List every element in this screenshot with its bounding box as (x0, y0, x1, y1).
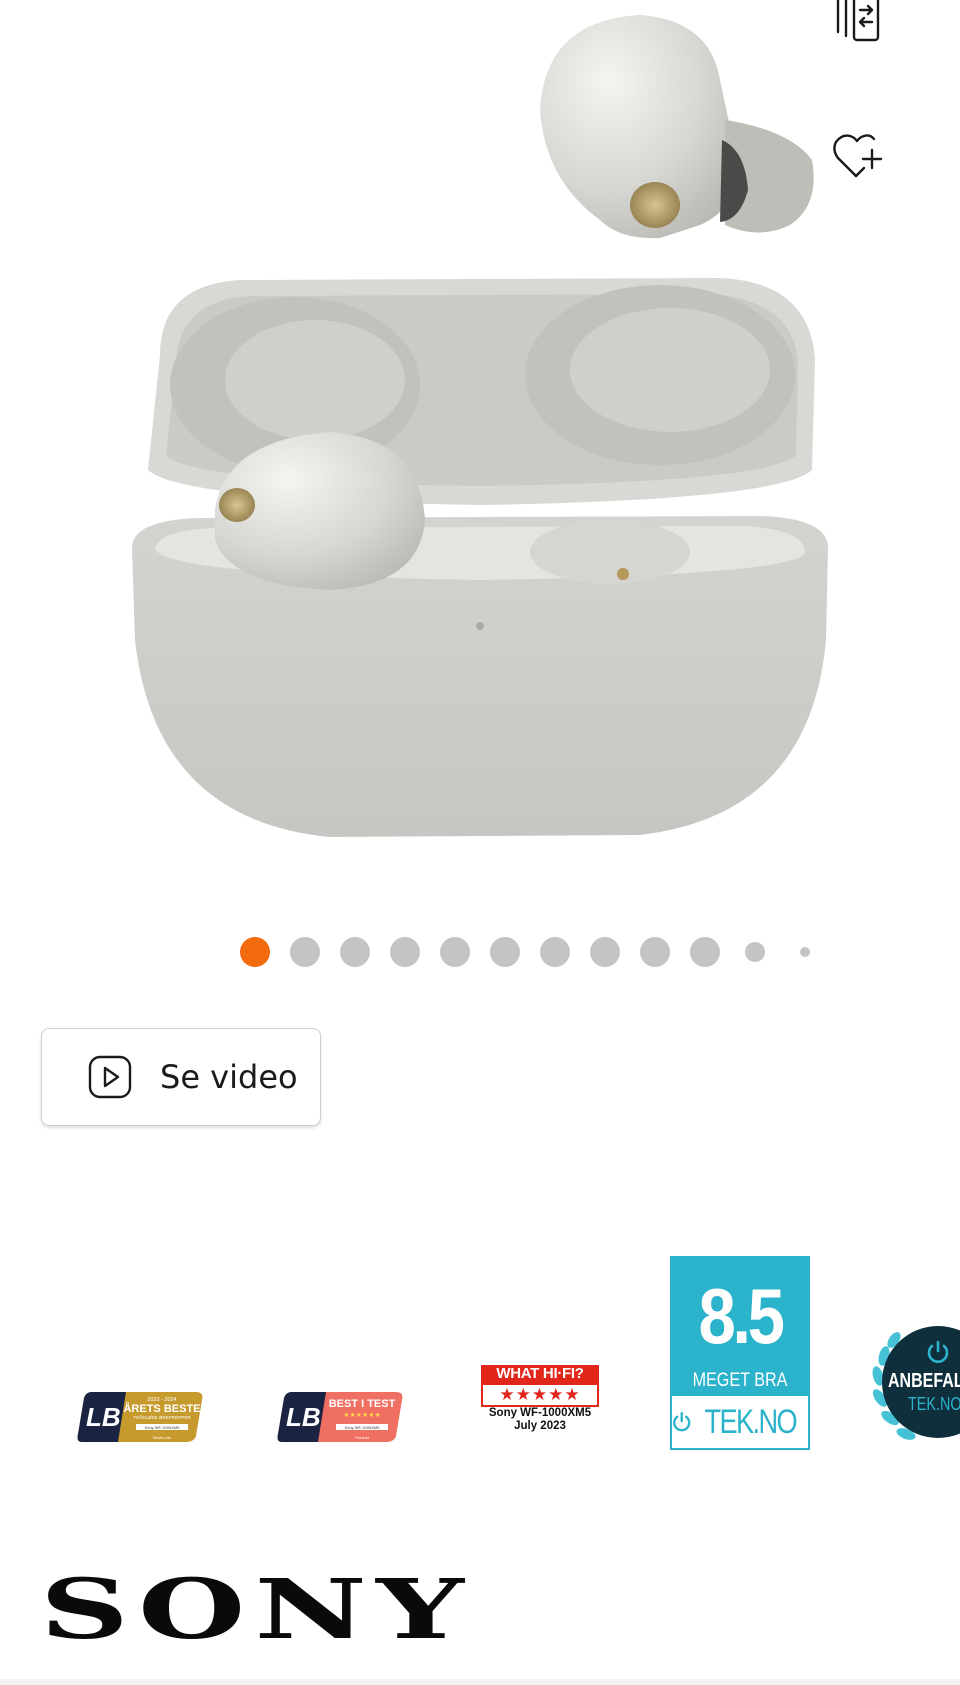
svg-text:Beste pris: Beste pris (153, 1435, 171, 1440)
compare-icon[interactable] (828, 0, 888, 46)
svg-text:★★★★★★: ★★★★★★ (343, 1411, 381, 1419)
image-carousel-dots (0, 937, 960, 967)
tekno-anbefalt-badge[interactable]: ANBEFALT TEK.NO (868, 1316, 960, 1456)
power-icon (927, 1340, 949, 1363)
what-hifi-title: WHAT HI·FI? (481, 1365, 599, 1383)
carousel-dot-6[interactable] (490, 937, 520, 967)
power-icon (673, 1411, 691, 1432)
carousel-dot-9[interactable] (640, 937, 670, 967)
what-hifi-stars: ★★★★★ (481, 1383, 599, 1407)
tekno-score-badge[interactable]: 8.5 MEGET BRA TEK.NO (670, 1256, 810, 1450)
anbefalt-sub: TEK.NO (908, 1394, 960, 1414)
carousel-dot-12[interactable] (800, 947, 810, 957)
product-image[interactable] (0, 0, 960, 880)
carousel-dot-7[interactable] (540, 937, 570, 967)
sony-logo[interactable]: SONY (40, 1566, 473, 1652)
see-video-button[interactable]: Se video (41, 1028, 321, 1126)
lyd-og-bilde-arets-beste-badge[interactable]: LB 2023 - 2024 ÅRETS BESTE TRÅDLØSE ØREP… (74, 1390, 206, 1444)
svg-text:Produkt: Produkt (355, 1435, 370, 1440)
see-video-label: Se video (160, 1058, 298, 1096)
bottom-bar (0, 1679, 960, 1685)
svg-text:Sony WF-1000XM5: Sony WF-1000XM5 (145, 1425, 181, 1430)
carousel-dot-10[interactable] (690, 937, 720, 967)
tekno-brand-box: TEK.NO (672, 1396, 808, 1448)
anbefalt-title: ANBEFALT (888, 1370, 960, 1392)
what-hifi-badge[interactable]: WHAT HI·FI? ★★★★★ Sony WF-1000XM5 July 2… (480, 1365, 600, 1445)
svg-text:BEST I TEST: BEST I TEST (329, 1398, 396, 1410)
svg-text:TRÅDLØSE ØREPROPPER: TRÅDLØSE ØREPROPPER (133, 1414, 191, 1420)
heart-plus-icon[interactable] (828, 126, 888, 186)
carousel-dot-4[interactable] (390, 937, 420, 967)
svg-text:LB: LB (86, 1402, 121, 1432)
svg-text:ÅRETS BESTE: ÅRETS BESTE (123, 1402, 200, 1415)
carousel-dot-8[interactable] (590, 937, 620, 967)
tekno-verdict: MEGET BRA (692, 1370, 788, 1391)
what-hifi-product: Sony WF-1000XM5 (488, 1407, 592, 1419)
svg-text:Sony WF-1000XM5: Sony WF-1000XM5 (345, 1425, 381, 1430)
carousel-dot-11[interactable] (745, 942, 765, 962)
svg-text:LB: LB (286, 1402, 321, 1432)
tekno-score: 8.5 (698, 1272, 785, 1360)
carousel-dot-5[interactable] (440, 937, 470, 967)
play-icon (88, 1055, 132, 1099)
what-hifi-date: July 2023 (514, 1420, 566, 1432)
product-page: Se video LB 2023 - 2024 ÅRETS BESTE TRÅD… (0, 0, 960, 1685)
carousel-dot-3[interactable] (340, 937, 370, 967)
lyd-og-bilde-best-i-test-badge[interactable]: LB BEST I TEST ★★★★★★ Sony WF-1000XM5 Pr… (274, 1390, 406, 1444)
carousel-dot-2[interactable] (290, 937, 320, 967)
tekno-brand: TEK.NO (704, 1402, 798, 1441)
award-badges: LB 2023 - 2024 ÅRETS BESTE TRÅDLØSE ØREP… (0, 1250, 960, 1460)
carousel-dot-1[interactable] (240, 937, 270, 967)
